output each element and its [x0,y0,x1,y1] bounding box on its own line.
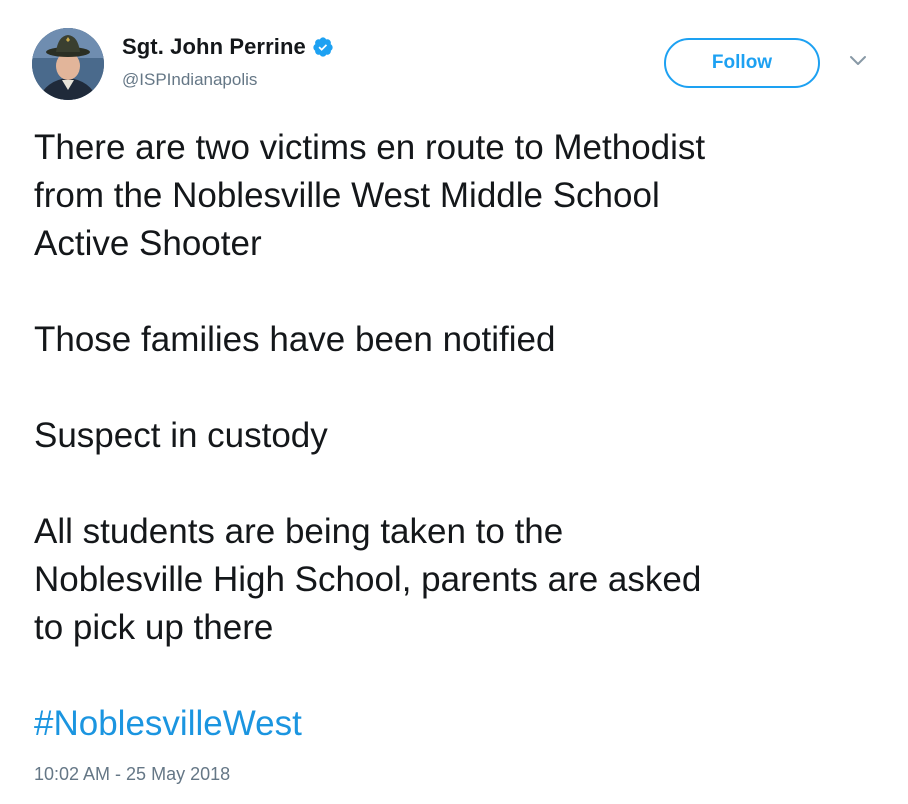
chevron-down-icon[interactable] [848,54,868,68]
tweet-text: There are two victims en route to Method… [34,124,894,748]
tweet-line: All students are being taken to the [34,512,564,551]
tweet-line: from the Noblesville West Middle School [34,176,660,215]
avatar-image [32,28,104,100]
user-handle[interactable]: @ISPIndianapolis [122,70,257,90]
tweet-line: to pick up there [34,608,274,647]
tweet-paragraph: There are two victims en route to Method… [34,124,894,268]
tweet-line: Active Shooter [34,224,262,263]
display-name[interactable]: Sgt. John Perrine [122,34,306,60]
tweet-card: Sgt. John Perrine @ISPIndianapolis Follo… [0,0,908,804]
tweet-paragraph: #NoblesvilleWest [34,700,894,748]
tweet-paragraph: Suspect in custody [34,412,894,460]
tweet-paragraph: All students are being taken to the Nobl… [34,508,894,652]
verified-badge-icon [312,36,334,58]
tweet-timestamp[interactable]: 10:02 AM - 25 May 2018 [34,764,230,785]
tweet-line: Those families have been notified [34,320,556,359]
tweet-paragraph: Those families have been notified [34,316,894,364]
avatar[interactable] [32,28,104,100]
tweet-line: Suspect in custody [34,416,328,455]
follow-button[interactable]: Follow [664,38,820,88]
tweet-line: Noblesville High School, parents are ask… [34,560,702,599]
author-name-row: Sgt. John Perrine [122,34,334,60]
tweet-line: There are two victims en route to Method… [34,128,706,167]
hashtag-link[interactable]: #NoblesvilleWest [34,704,302,743]
